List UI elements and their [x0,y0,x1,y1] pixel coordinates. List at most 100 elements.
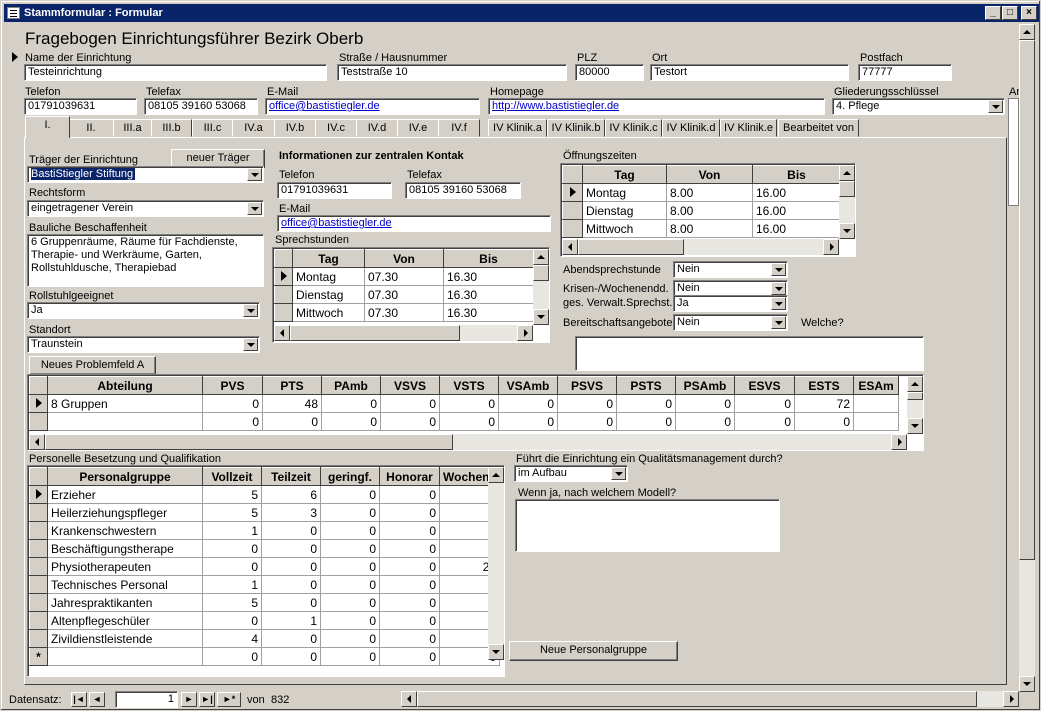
scroll-thumb[interactable] [533,265,549,281]
info-telefon-field[interactable]: 01791039631 [277,182,392,199]
table-cell[interactable]: Beschäftigungstherape [47,539,203,558]
table-cell[interactable]: 0 [261,629,321,648]
form-horizontal-scrollbar[interactable] [401,691,1019,707]
scroll-up-icon[interactable] [907,376,923,392]
table-cell[interactable]: 0 [498,412,558,431]
table-row[interactable]: Dienstag 07.30 16.30 [274,285,534,304]
table-row[interactable]: Heilerziehungspfleger53000 [29,503,501,522]
chevron-down-icon[interactable] [771,316,786,329]
table-cell[interactable]: Jahrespraktikanten [47,593,203,612]
scroll-thumb[interactable] [290,325,460,341]
table-cell[interactable]: 0 [557,394,617,413]
column-header[interactable]: Bis [443,249,534,268]
horizontal-scrollbar[interactable] [562,239,839,255]
table-cell[interactable]: 0 [794,412,854,431]
column-header[interactable]: PSVS [557,376,617,395]
tab-ii[interactable]: II. [68,119,114,137]
scroll-thumb[interactable] [45,434,453,450]
table-cell[interactable]: Montag [582,183,667,202]
postfach-field[interactable]: 77777 [858,64,952,81]
table-row[interactable]: Jahrespraktikanten50000 [29,593,501,612]
tab-iii-a[interactable]: III.a [113,119,152,137]
chevron-down-icon[interactable] [771,282,786,295]
table-cell[interactable] [47,647,203,666]
chevron-down-icon[interactable] [771,297,786,310]
column-header[interactable]: PSAmb [675,376,735,395]
table-row[interactable]: Beschäftigungstherape00004 [29,539,501,558]
table-cell[interactable]: 16.00 [752,201,841,220]
table-cell[interactable]: 16.30 [443,303,534,322]
table-cell[interactable]: 16.30 [443,285,534,304]
table-cell[interactable]: Mittwoch [582,219,667,238]
scroll-up-icon[interactable] [839,165,855,181]
table-row[interactable]: 00000000000 [29,412,899,431]
record-selector[interactable] [6,48,22,66]
table-cell[interactable]: 0 [320,521,380,540]
table-cell[interactable]: 0 [261,575,321,594]
column-header[interactable]: VSAmb [498,376,558,395]
homepage-field[interactable]: http://www.bastistiegler.de [488,98,825,115]
table-cell[interactable]: Altenpflegeschüler [47,611,203,630]
table-cell[interactable]: 1 [202,521,262,540]
table-cell[interactable]: 0 [379,503,440,522]
plz-field[interactable]: 80000 [575,64,644,81]
column-header[interactable]: ESAm [853,376,899,395]
table-cell[interactable]: Erzieher [47,485,203,504]
scroll-left-icon[interactable] [29,434,45,450]
table-cell[interactable]: 0 [379,557,440,576]
table-row[interactable]: Mittwoch 07.30 16.30 [274,303,534,322]
table-cell[interactable]: 0 [379,539,440,558]
table-cell[interactable]: Technisches Personal [47,575,203,594]
table-row[interactable]: Altenpflegeschüler01000 [29,611,501,630]
table-row[interactable]: Erzieher56000 [29,485,501,504]
gliederung-combo[interactable]: 4. Pflege [832,98,1005,115]
row-selector[interactable] [29,503,48,522]
row-selector[interactable] [29,629,48,648]
table-cell[interactable]: 3 [261,503,321,522]
ort-field[interactable]: Testort [650,64,849,81]
table-cell[interactable]: 0 [498,394,558,413]
tab-iv-klinik-d[interactable]: IV Klinik.d [662,119,720,137]
table-cell[interactable]: Dienstag [292,285,365,304]
verwalt-combo[interactable]: Ja [673,295,788,312]
horizontal-scrollbar[interactable] [274,325,533,341]
table-cell[interactable]: 48 [262,394,322,413]
table-row[interactable]: Montag 07.30 16.30 [274,267,534,286]
title-bar[interactable]: Stammformular : Formular _ □ × [4,4,1039,22]
welche-textarea[interactable] [575,336,924,371]
abend-combo[interactable]: Nein [673,261,788,278]
vertical-scrollbar[interactable] [907,376,923,434]
column-header[interactable]: Von [364,249,444,268]
record-number-field[interactable]: 1 [115,691,178,708]
oeffnung-grid[interactable]: Tag Von Bis Montag 8.00 16.00 Dienstag 8.00 16.0… [560,163,856,257]
table-cell[interactable]: 0 [734,412,795,431]
table-cell[interactable]: 0 [379,647,440,666]
table-cell[interactable]: 0 [320,485,380,504]
first-record-icon[interactable]: |◄ [71,692,87,707]
table-cell[interactable]: 0 [261,521,321,540]
rollstuhl-combo[interactable]: Ja [27,302,260,319]
scroll-thumb[interactable] [907,392,923,400]
row-selector[interactable] [562,219,583,238]
table-cell[interactable]: 07.30 [364,285,444,304]
sprechstunden-grid[interactable]: Tag Von Bis Montag 07.30 16.30 Dienstag 07.30 16… [272,247,550,343]
column-header[interactable]: PVS [202,376,263,395]
table-cell[interactable]: 0 [320,575,380,594]
tab-i[interactable]: I. [25,116,70,138]
vertical-scrollbar[interactable] [839,165,855,239]
table-cell[interactable]: 0 [320,629,380,648]
table-cell[interactable]: Zivildienstleistende [47,629,203,648]
chevron-down-icon[interactable] [247,168,262,181]
table-cell[interactable]: 0 [379,593,440,612]
table-cell[interactable]: 0 [379,521,440,540]
row-selector[interactable] [29,611,48,630]
chevron-down-icon[interactable] [988,100,1003,113]
table-cell[interactable]: 1 [261,611,321,630]
info-telefax-field[interactable]: 08105 39160 53068 [405,182,521,199]
row-selector[interactable] [29,575,48,594]
neues-problemfeld-button[interactable]: Neues Problemfeld A [29,356,156,375]
table-row[interactable]: Physiotherapeuten000020 [29,557,501,576]
column-header[interactable]: ESTS [794,376,854,395]
table-cell[interactable]: 0 [379,611,440,630]
table-cell[interactable]: 0 [261,647,321,666]
